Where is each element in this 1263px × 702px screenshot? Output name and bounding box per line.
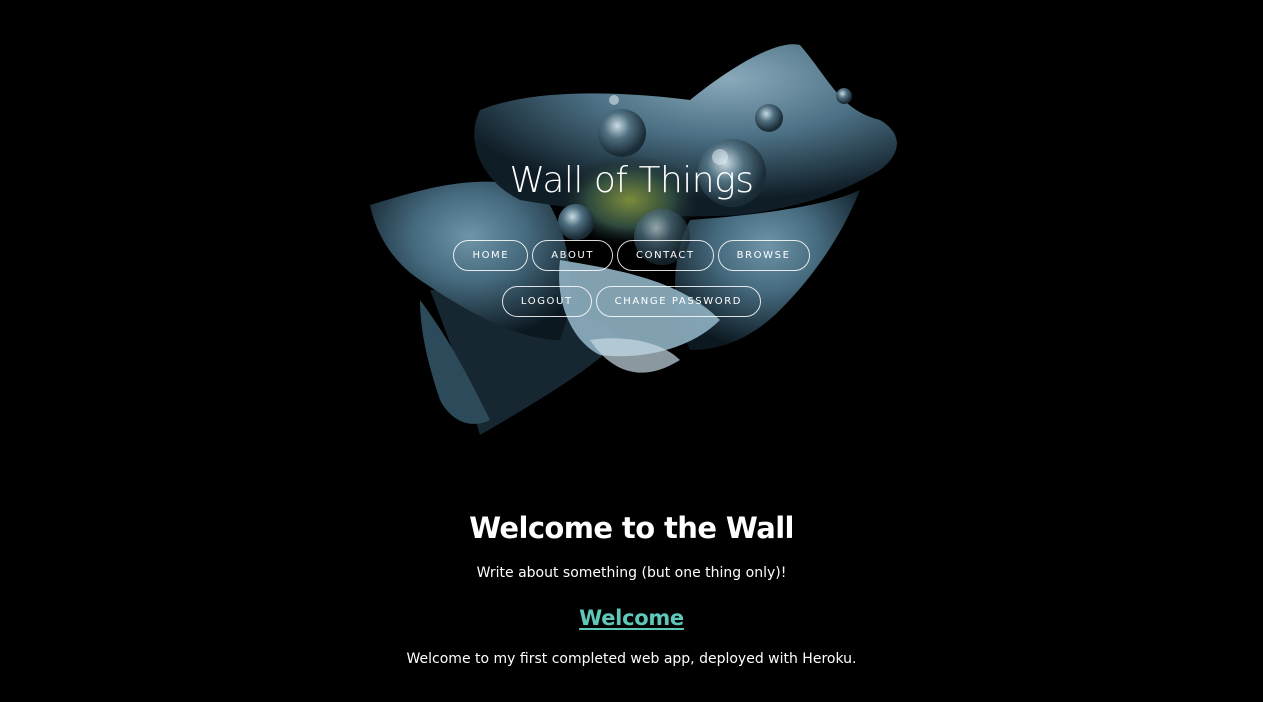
nav-browse-button[interactable]: BROWSE (717, 240, 810, 271)
page-heading: Welcome to the Wall (469, 511, 794, 545)
account-nav: LOGOUT CHANGE PASSWORD (0, 286, 1263, 317)
nav-home-button[interactable]: HOME (453, 240, 529, 271)
page: Wall of Things HOME ABOUT CONTACT BROWSE… (0, 0, 1263, 702)
nav-logout-button[interactable]: LOGOUT (501, 286, 592, 317)
page-tagline: Write about something (but one thing onl… (476, 565, 787, 581)
main-content: Welcome to the Wall Write about somethin… (0, 505, 1263, 669)
post-body-text: Welcome to my first completed web app, d… (406, 651, 857, 667)
nav-about-button[interactable]: ABOUT (532, 240, 614, 271)
main-nav: HOME ABOUT CONTACT BROWSE (0, 240, 1263, 271)
site-title: Wall of Things (509, 160, 754, 201)
nav-contact-button[interactable]: CONTACT (617, 240, 714, 271)
hero-section: Wall of Things HOME ABOUT CONTACT BROWSE… (0, 0, 1263, 460)
nav-change-password-button[interactable]: CHANGE PASSWORD (595, 286, 762, 317)
post-title-link[interactable]: Welcome (579, 605, 684, 631)
